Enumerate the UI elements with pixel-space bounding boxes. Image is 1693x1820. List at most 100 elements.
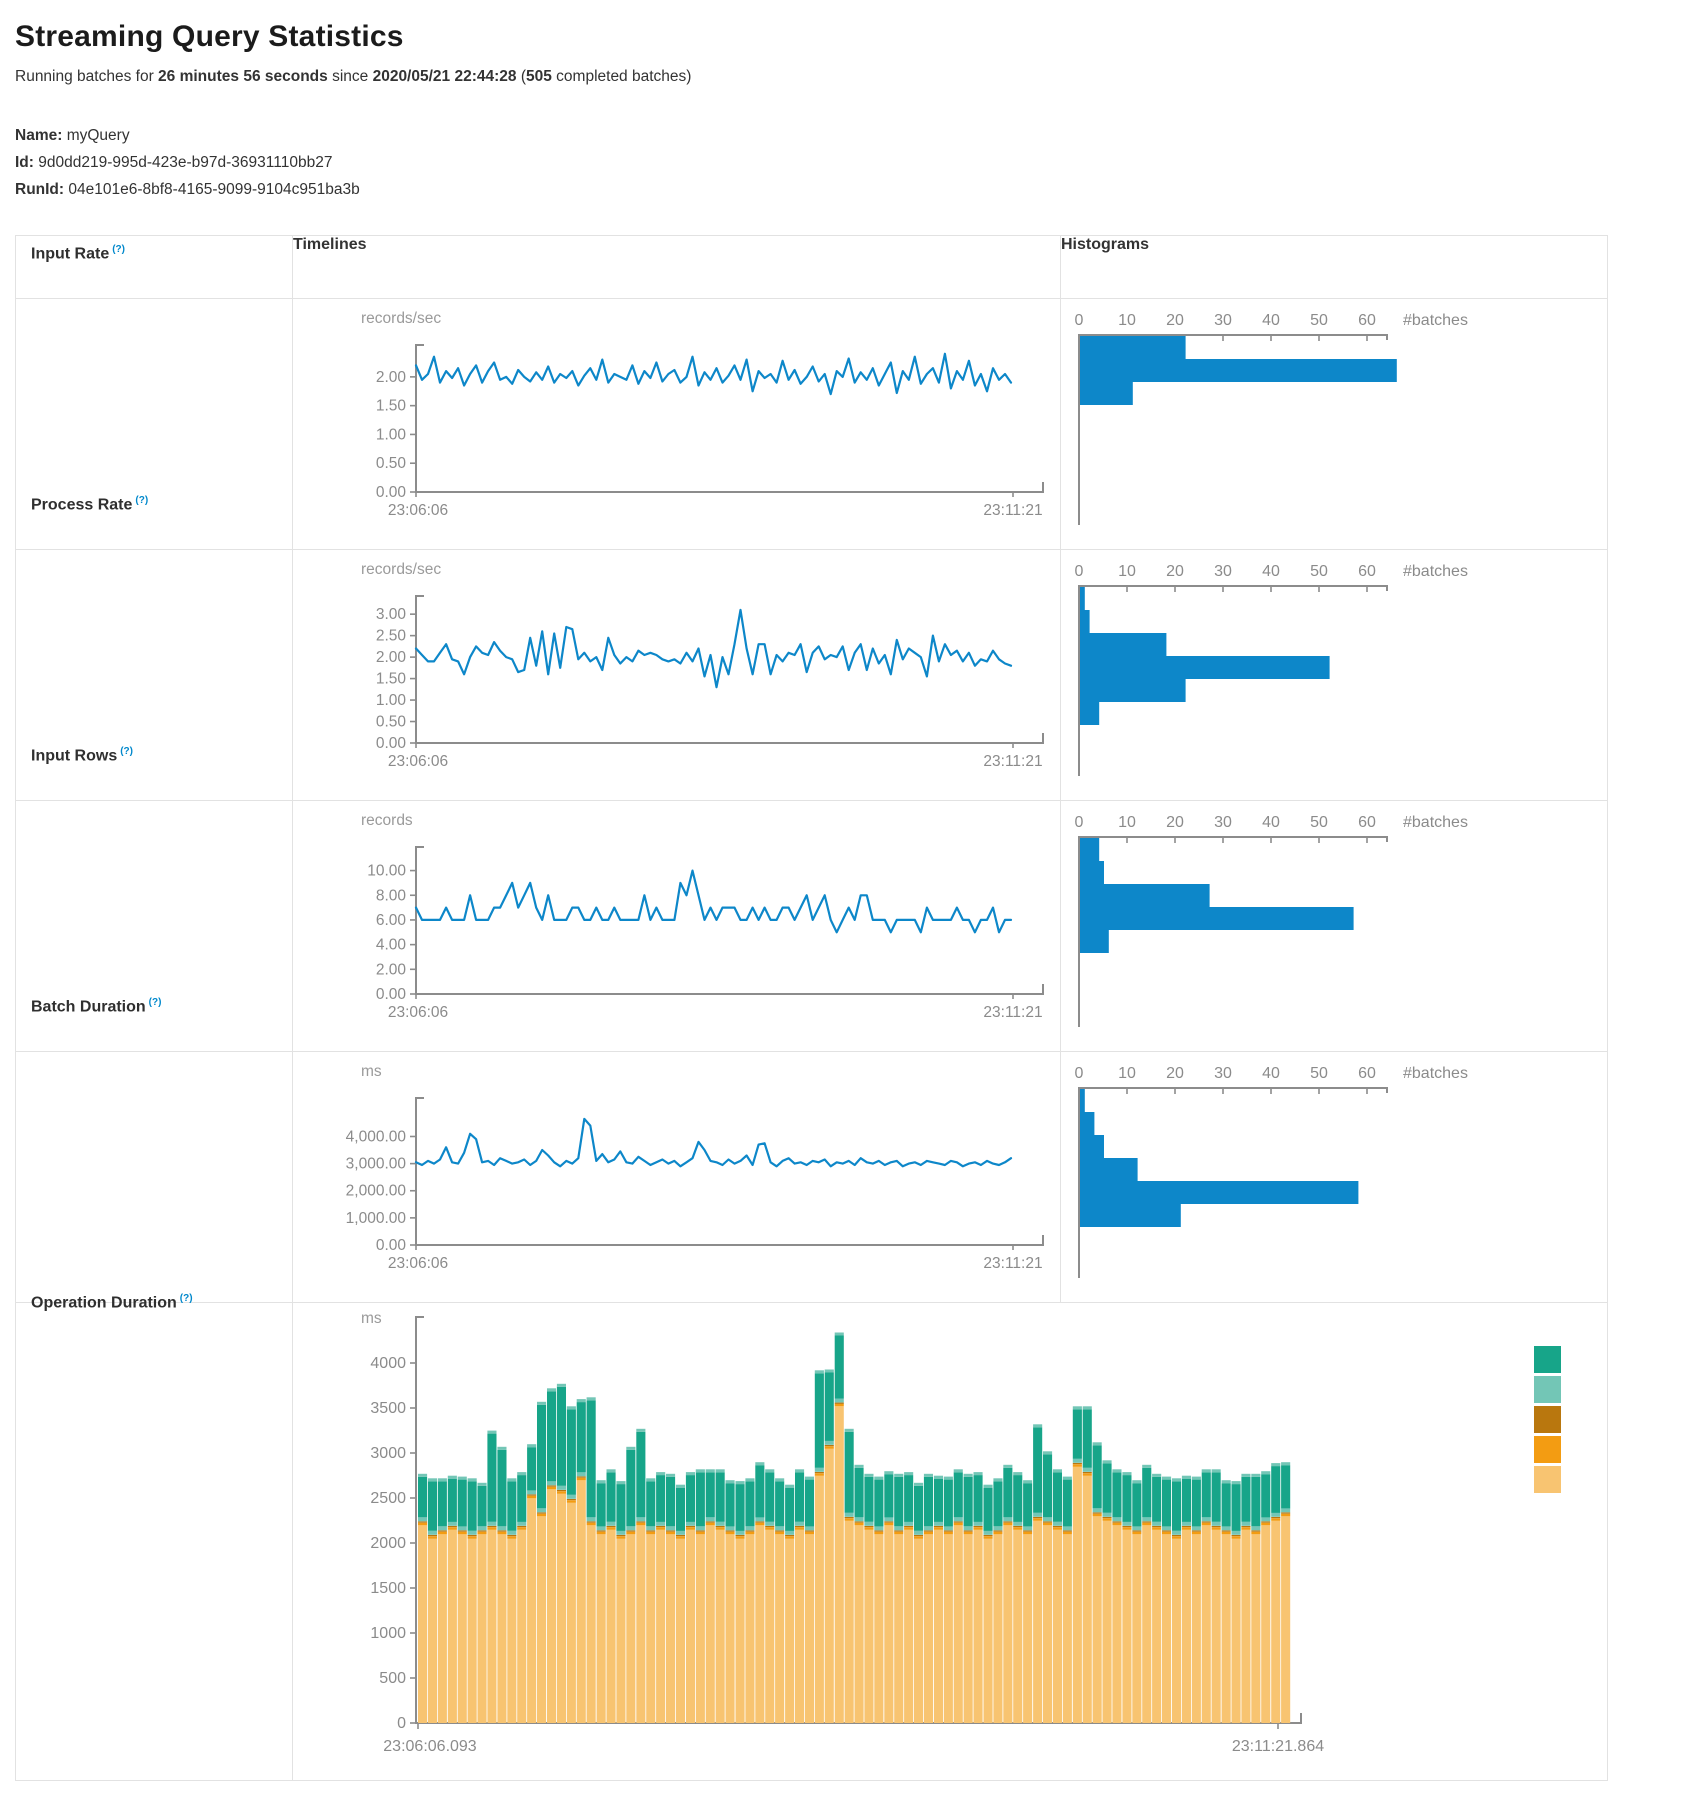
svg-text:2000: 2000	[370, 1535, 406, 1552]
operation-duration-label-cell: Operation Duration(?)	[16, 1303, 293, 1781]
help-icon[interactable]: (?)	[112, 244, 125, 255]
svg-text:3000: 3000	[370, 1445, 406, 1462]
svg-text:6.00: 6.00	[376, 912, 407, 929]
svg-text:0: 0	[1075, 312, 1084, 329]
svg-text:1,000.00: 1,000.00	[346, 1210, 407, 1227]
svg-text:60: 60	[1358, 563, 1376, 580]
timelines-column-header: Timelines	[293, 236, 1061, 299]
svg-text:40: 40	[1262, 312, 1280, 329]
svg-text:23:06:06: 23:06:06	[388, 502, 448, 519]
svg-text:0.00: 0.00	[376, 1237, 407, 1254]
histograms-column-header: Histograms	[1061, 236, 1608, 299]
batch-duration-timeline-cell: ms0.001,000.002,000.003,000.004,000.0023…	[293, 1052, 1061, 1303]
svg-text:60: 60	[1358, 1065, 1376, 1082]
svg-text:30: 30	[1214, 563, 1232, 580]
svg-text:3.00: 3.00	[376, 606, 407, 623]
svg-text:50: 50	[1310, 1065, 1328, 1082]
help-icon[interactable]: (?)	[180, 1293, 193, 1304]
running-duration: 26 minutes 56 seconds	[158, 68, 328, 85]
svg-text:23:11:21: 23:11:21	[983, 1004, 1042, 1021]
input-rate-histogram-chart: 0102030405060#batches	[1061, 299, 1606, 549]
summary-prefix: Running batches for	[15, 68, 158, 85]
help-icon[interactable]: (?)	[149, 997, 162, 1008]
svg-text:30: 30	[1214, 1065, 1232, 1082]
svg-text:0: 0	[1075, 563, 1084, 580]
svg-text:0: 0	[1075, 1065, 1084, 1082]
svg-text:2.00: 2.00	[376, 369, 407, 386]
svg-text:500: 500	[379, 1670, 406, 1687]
process-rate-row: Process Rate(?) records/sec0.000.501.001…	[16, 550, 1608, 801]
legend-swatch-teal	[1534, 1346, 1561, 1373]
svg-text:3,000.00: 3,000.00	[346, 1156, 407, 1173]
input-rows-histogram-cell: 0102030405060#batches	[1061, 801, 1608, 1052]
process-rate-histogram-chart: 0 10 20 30 40 50 60 #batches	[1061, 550, 1606, 800]
svg-text:records: records	[361, 812, 413, 829]
input-rate-timeline-cell: records/sec 0.00 0.50 1.00 1.50 2.00 23:06:06 2…	[293, 299, 1061, 550]
input-rate-timeline-chart: records/sec 0.00 0.50 1.00 1.50 2.00 23:06:06 2…	[293, 299, 1059, 549]
svg-text:23:11:21: 23:11:21	[983, 502, 1042, 519]
legend-swatch-dark_orange	[1534, 1406, 1561, 1433]
svg-text:#batches: #batches	[1403, 814, 1468, 831]
query-id-line: Id: 9d0dd219-995d-423e-b97d-36931110bb27	[15, 149, 1678, 176]
svg-text:1000: 1000	[370, 1625, 406, 1642]
svg-text:1.00: 1.00	[376, 692, 407, 709]
process-rate-timeline-cell: records/sec0.000.501.001.502.002.503.002…	[293, 550, 1061, 801]
svg-text:2.00: 2.00	[376, 649, 407, 666]
svg-text:1.00: 1.00	[376, 426, 407, 443]
metric-label-operation-duration: Operation Duration(?)	[31, 1293, 193, 1312]
input-rate-row: Input Rate(?) records/sec0.000.501.001.5…	[16, 299, 1608, 550]
svg-text:3500: 3500	[370, 1400, 406, 1417]
paren-open: (	[517, 68, 526, 85]
svg-text:1.50: 1.50	[376, 398, 407, 415]
svg-text:20: 20	[1166, 563, 1184, 580]
process-rate-timeline-chart: records/sec0.000.501.001.502.002.503.002…	[293, 550, 1059, 800]
svg-text:4.00: 4.00	[376, 937, 407, 954]
query-runid-line: RunId: 04e101e6-8bf8-4165-9099-9104c951b…	[15, 176, 1678, 203]
legend-swatch-light_orange	[1534, 1466, 1561, 1493]
running-batches-summary: Running batches for 26 minutes 56 second…	[15, 68, 1678, 86]
svg-text:50: 50	[1310, 563, 1328, 580]
svg-text:40: 40	[1262, 1065, 1280, 1082]
svg-text:1.50: 1.50	[376, 671, 407, 688]
batch-duration-histogram-chart: 0102030405060#batches	[1061, 1052, 1606, 1302]
streaming-statistics-page: Streaming Query Statistics Running batch…	[0, 0, 1693, 1793]
svg-text:30: 30	[1214, 312, 1232, 329]
svg-text:40: 40	[1262, 563, 1280, 580]
svg-text:0: 0	[397, 1715, 406, 1732]
batch-duration-row: Batch Duration(?) ms0.001,000.002,000.00…	[16, 1052, 1608, 1303]
completed-batches-count: 505	[526, 68, 552, 85]
metric-label-batch-duration: Batch Duration(?)	[31, 997, 161, 1016]
svg-text:40: 40	[1262, 814, 1280, 831]
query-meta: Name: myQuery Id: 9d0dd219-995d-423e-b97…	[15, 122, 1678, 203]
help-icon[interactable]: (?)	[135, 495, 148, 506]
query-name-value: myQuery	[67, 127, 130, 144]
svg-text:0.00: 0.00	[376, 484, 407, 501]
svg-text:ms: ms	[361, 1063, 382, 1080]
summary-mid: since	[328, 68, 373, 85]
svg-text:50: 50	[1310, 312, 1328, 329]
svg-text:10: 10	[1118, 563, 1136, 580]
svg-text:23:11:21: 23:11:21	[983, 1255, 1042, 1272]
svg-text:0.00: 0.00	[376, 986, 407, 1003]
query-id-label: Id:	[15, 154, 34, 171]
metric-label-input-rows: Input Rows(?)	[31, 746, 133, 765]
svg-text:23:11:21: 23:11:21	[983, 753, 1042, 770]
svg-text:#batches: #batches	[1403, 563, 1468, 580]
svg-text:0.00: 0.00	[376, 735, 407, 752]
query-runid-value: 04e101e6-8bf8-4165-9099-9104c951ba3b	[68, 181, 359, 198]
input-rows-timeline-cell: records0.002.004.006.008.0010.0023:06:06…	[293, 801, 1061, 1052]
metric-label-input-rate: Input Rate(?)	[31, 244, 125, 263]
metric-label-process-rate: Process Rate(?)	[31, 495, 148, 514]
svg-text:20: 20	[1166, 814, 1184, 831]
help-icon[interactable]: (?)	[120, 746, 133, 757]
operation-duration-chart-cell: ms0500100015002000250030003500400023:06:…	[293, 1303, 1608, 1781]
svg-text:0.50: 0.50	[376, 455, 407, 472]
svg-text:60: 60	[1358, 312, 1376, 329]
query-id-value: 9d0dd219-995d-423e-b97d-36931110bb27	[38, 154, 332, 171]
svg-text:2.00: 2.00	[376, 961, 407, 978]
svg-text:records/sec: records/sec	[361, 310, 441, 327]
svg-text:2.50: 2.50	[376, 628, 407, 645]
legend-swatch-light_teal	[1534, 1376, 1561, 1403]
svg-text:30: 30	[1214, 814, 1232, 831]
process-rate-histogram-cell: 0 10 20 30 40 50 60 #batches	[1061, 550, 1608, 801]
